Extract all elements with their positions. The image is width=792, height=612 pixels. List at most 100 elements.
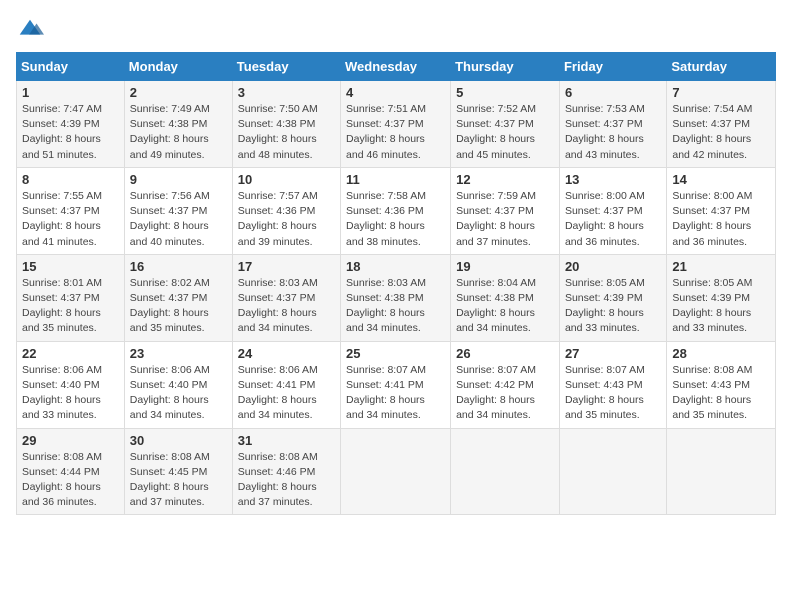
weekday-header-sunday: Sunday bbox=[17, 53, 125, 81]
page-header bbox=[16, 16, 776, 44]
calendar-cell: 30 Sunrise: 8:08 AMSunset: 4:45 PMDaylig… bbox=[124, 428, 232, 515]
calendar-cell: 4 Sunrise: 7:51 AMSunset: 4:37 PMDayligh… bbox=[341, 81, 451, 168]
calendar-cell: 28 Sunrise: 8:08 AMSunset: 4:43 PMDaylig… bbox=[667, 341, 776, 428]
calendar-cell bbox=[451, 428, 560, 515]
calendar-cell: 3 Sunrise: 7:50 AMSunset: 4:38 PMDayligh… bbox=[232, 81, 340, 168]
calendar-cell: 14 Sunrise: 8:00 AMSunset: 4:37 PMDaylig… bbox=[667, 167, 776, 254]
day-info: Sunrise: 8:04 AMSunset: 4:38 PMDaylight:… bbox=[456, 277, 536, 335]
day-number: 28 bbox=[672, 346, 770, 361]
day-info: Sunrise: 8:06 AMSunset: 4:40 PMDaylight:… bbox=[22, 364, 102, 422]
calendar-cell: 24 Sunrise: 8:06 AMSunset: 4:41 PMDaylig… bbox=[232, 341, 340, 428]
day-number: 4 bbox=[346, 85, 445, 100]
day-number: 14 bbox=[672, 172, 770, 187]
calendar-cell: 7 Sunrise: 7:54 AMSunset: 4:37 PMDayligh… bbox=[667, 81, 776, 168]
day-number: 16 bbox=[130, 259, 227, 274]
calendar-cell: 23 Sunrise: 8:06 AMSunset: 4:40 PMDaylig… bbox=[124, 341, 232, 428]
day-number: 31 bbox=[238, 433, 335, 448]
day-info: Sunrise: 8:08 AMSunset: 4:46 PMDaylight:… bbox=[238, 451, 318, 509]
day-info: Sunrise: 7:47 AMSunset: 4:39 PMDaylight:… bbox=[22, 103, 102, 161]
day-info: Sunrise: 7:55 AMSunset: 4:37 PMDaylight:… bbox=[22, 190, 102, 248]
calendar-cell bbox=[667, 428, 776, 515]
day-number: 20 bbox=[565, 259, 661, 274]
calendar-cell: 17 Sunrise: 8:03 AMSunset: 4:37 PMDaylig… bbox=[232, 254, 340, 341]
day-number: 17 bbox=[238, 259, 335, 274]
calendar-cell: 15 Sunrise: 8:01 AMSunset: 4:37 PMDaylig… bbox=[17, 254, 125, 341]
calendar-cell: 5 Sunrise: 7:52 AMSunset: 4:37 PMDayligh… bbox=[451, 81, 560, 168]
day-info: Sunrise: 8:06 AMSunset: 4:40 PMDaylight:… bbox=[130, 364, 210, 422]
day-info: Sunrise: 8:02 AMSunset: 4:37 PMDaylight:… bbox=[130, 277, 210, 335]
calendar-week-row: 8 Sunrise: 7:55 AMSunset: 4:37 PMDayligh… bbox=[17, 167, 776, 254]
weekday-header-wednesday: Wednesday bbox=[341, 53, 451, 81]
calendar-cell: 13 Sunrise: 8:00 AMSunset: 4:37 PMDaylig… bbox=[559, 167, 666, 254]
day-info: Sunrise: 7:49 AMSunset: 4:38 PMDaylight:… bbox=[130, 103, 210, 161]
calendar-cell: 10 Sunrise: 7:57 AMSunset: 4:36 PMDaylig… bbox=[232, 167, 340, 254]
day-number: 30 bbox=[130, 433, 227, 448]
day-info: Sunrise: 7:54 AMSunset: 4:37 PMDaylight:… bbox=[672, 103, 752, 161]
day-info: Sunrise: 7:58 AMSunset: 4:36 PMDaylight:… bbox=[346, 190, 426, 248]
calendar-cell: 29 Sunrise: 8:08 AMSunset: 4:44 PMDaylig… bbox=[17, 428, 125, 515]
day-info: Sunrise: 8:08 AMSunset: 4:44 PMDaylight:… bbox=[22, 451, 102, 509]
day-number: 29 bbox=[22, 433, 119, 448]
day-number: 1 bbox=[22, 85, 119, 100]
day-number: 15 bbox=[22, 259, 119, 274]
weekday-header-row: SundayMondayTuesdayWednesdayThursdayFrid… bbox=[17, 53, 776, 81]
day-number: 19 bbox=[456, 259, 554, 274]
weekday-header-tuesday: Tuesday bbox=[232, 53, 340, 81]
calendar-cell: 2 Sunrise: 7:49 AMSunset: 4:38 PMDayligh… bbox=[124, 81, 232, 168]
calendar-cell bbox=[341, 428, 451, 515]
day-number: 9 bbox=[130, 172, 227, 187]
weekday-header-thursday: Thursday bbox=[451, 53, 560, 81]
day-number: 23 bbox=[130, 346, 227, 361]
day-number: 25 bbox=[346, 346, 445, 361]
calendar-cell: 21 Sunrise: 8:05 AMSunset: 4:39 PMDaylig… bbox=[667, 254, 776, 341]
calendar-week-row: 15 Sunrise: 8:01 AMSunset: 4:37 PMDaylig… bbox=[17, 254, 776, 341]
day-info: Sunrise: 7:53 AMSunset: 4:37 PMDaylight:… bbox=[565, 103, 645, 161]
day-info: Sunrise: 8:06 AMSunset: 4:41 PMDaylight:… bbox=[238, 364, 318, 422]
calendar-cell: 12 Sunrise: 7:59 AMSunset: 4:37 PMDaylig… bbox=[451, 167, 560, 254]
day-info: Sunrise: 8:05 AMSunset: 4:39 PMDaylight:… bbox=[672, 277, 752, 335]
calendar-week-row: 1 Sunrise: 7:47 AMSunset: 4:39 PMDayligh… bbox=[17, 81, 776, 168]
weekday-header-monday: Monday bbox=[124, 53, 232, 81]
day-number: 12 bbox=[456, 172, 554, 187]
day-info: Sunrise: 7:59 AMSunset: 4:37 PMDaylight:… bbox=[456, 190, 536, 248]
day-number: 8 bbox=[22, 172, 119, 187]
day-number: 5 bbox=[456, 85, 554, 100]
weekday-header-friday: Friday bbox=[559, 53, 666, 81]
day-info: Sunrise: 8:05 AMSunset: 4:39 PMDaylight:… bbox=[565, 277, 645, 335]
day-info: Sunrise: 7:56 AMSunset: 4:37 PMDaylight:… bbox=[130, 190, 210, 248]
day-info: Sunrise: 8:07 AMSunset: 4:41 PMDaylight:… bbox=[346, 364, 426, 422]
day-number: 11 bbox=[346, 172, 445, 187]
weekday-header-saturday: Saturday bbox=[667, 53, 776, 81]
calendar-table: SundayMondayTuesdayWednesdayThursdayFrid… bbox=[16, 52, 776, 515]
calendar-cell: 22 Sunrise: 8:06 AMSunset: 4:40 PMDaylig… bbox=[17, 341, 125, 428]
calendar-cell: 19 Sunrise: 8:04 AMSunset: 4:38 PMDaylig… bbox=[451, 254, 560, 341]
day-info: Sunrise: 8:03 AMSunset: 4:37 PMDaylight:… bbox=[238, 277, 318, 335]
calendar-cell: 27 Sunrise: 8:07 AMSunset: 4:43 PMDaylig… bbox=[559, 341, 666, 428]
day-info: Sunrise: 7:50 AMSunset: 4:38 PMDaylight:… bbox=[238, 103, 318, 161]
calendar-cell bbox=[559, 428, 666, 515]
calendar-cell: 25 Sunrise: 8:07 AMSunset: 4:41 PMDaylig… bbox=[341, 341, 451, 428]
day-info: Sunrise: 8:03 AMSunset: 4:38 PMDaylight:… bbox=[346, 277, 426, 335]
day-number: 6 bbox=[565, 85, 661, 100]
calendar-cell: 31 Sunrise: 8:08 AMSunset: 4:46 PMDaylig… bbox=[232, 428, 340, 515]
calendar-cell: 1 Sunrise: 7:47 AMSunset: 4:39 PMDayligh… bbox=[17, 81, 125, 168]
day-info: Sunrise: 8:00 AMSunset: 4:37 PMDaylight:… bbox=[672, 190, 752, 248]
day-info: Sunrise: 8:07 AMSunset: 4:42 PMDaylight:… bbox=[456, 364, 536, 422]
calendar-cell: 6 Sunrise: 7:53 AMSunset: 4:37 PMDayligh… bbox=[559, 81, 666, 168]
day-number: 3 bbox=[238, 85, 335, 100]
day-number: 13 bbox=[565, 172, 661, 187]
day-number: 10 bbox=[238, 172, 335, 187]
day-info: Sunrise: 8:08 AMSunset: 4:43 PMDaylight:… bbox=[672, 364, 752, 422]
calendar-cell: 11 Sunrise: 7:58 AMSunset: 4:36 PMDaylig… bbox=[341, 167, 451, 254]
day-info: Sunrise: 8:08 AMSunset: 4:45 PMDaylight:… bbox=[130, 451, 210, 509]
day-info: Sunrise: 8:00 AMSunset: 4:37 PMDaylight:… bbox=[565, 190, 645, 248]
logo bbox=[16, 16, 46, 44]
day-number: 24 bbox=[238, 346, 335, 361]
day-info: Sunrise: 8:01 AMSunset: 4:37 PMDaylight:… bbox=[22, 277, 102, 335]
day-info: Sunrise: 8:07 AMSunset: 4:43 PMDaylight:… bbox=[565, 364, 645, 422]
calendar-cell: 8 Sunrise: 7:55 AMSunset: 4:37 PMDayligh… bbox=[17, 167, 125, 254]
calendar-week-row: 22 Sunrise: 8:06 AMSunset: 4:40 PMDaylig… bbox=[17, 341, 776, 428]
calendar-cell: 9 Sunrise: 7:56 AMSunset: 4:37 PMDayligh… bbox=[124, 167, 232, 254]
calendar-week-row: 29 Sunrise: 8:08 AMSunset: 4:44 PMDaylig… bbox=[17, 428, 776, 515]
day-info: Sunrise: 7:52 AMSunset: 4:37 PMDaylight:… bbox=[456, 103, 536, 161]
